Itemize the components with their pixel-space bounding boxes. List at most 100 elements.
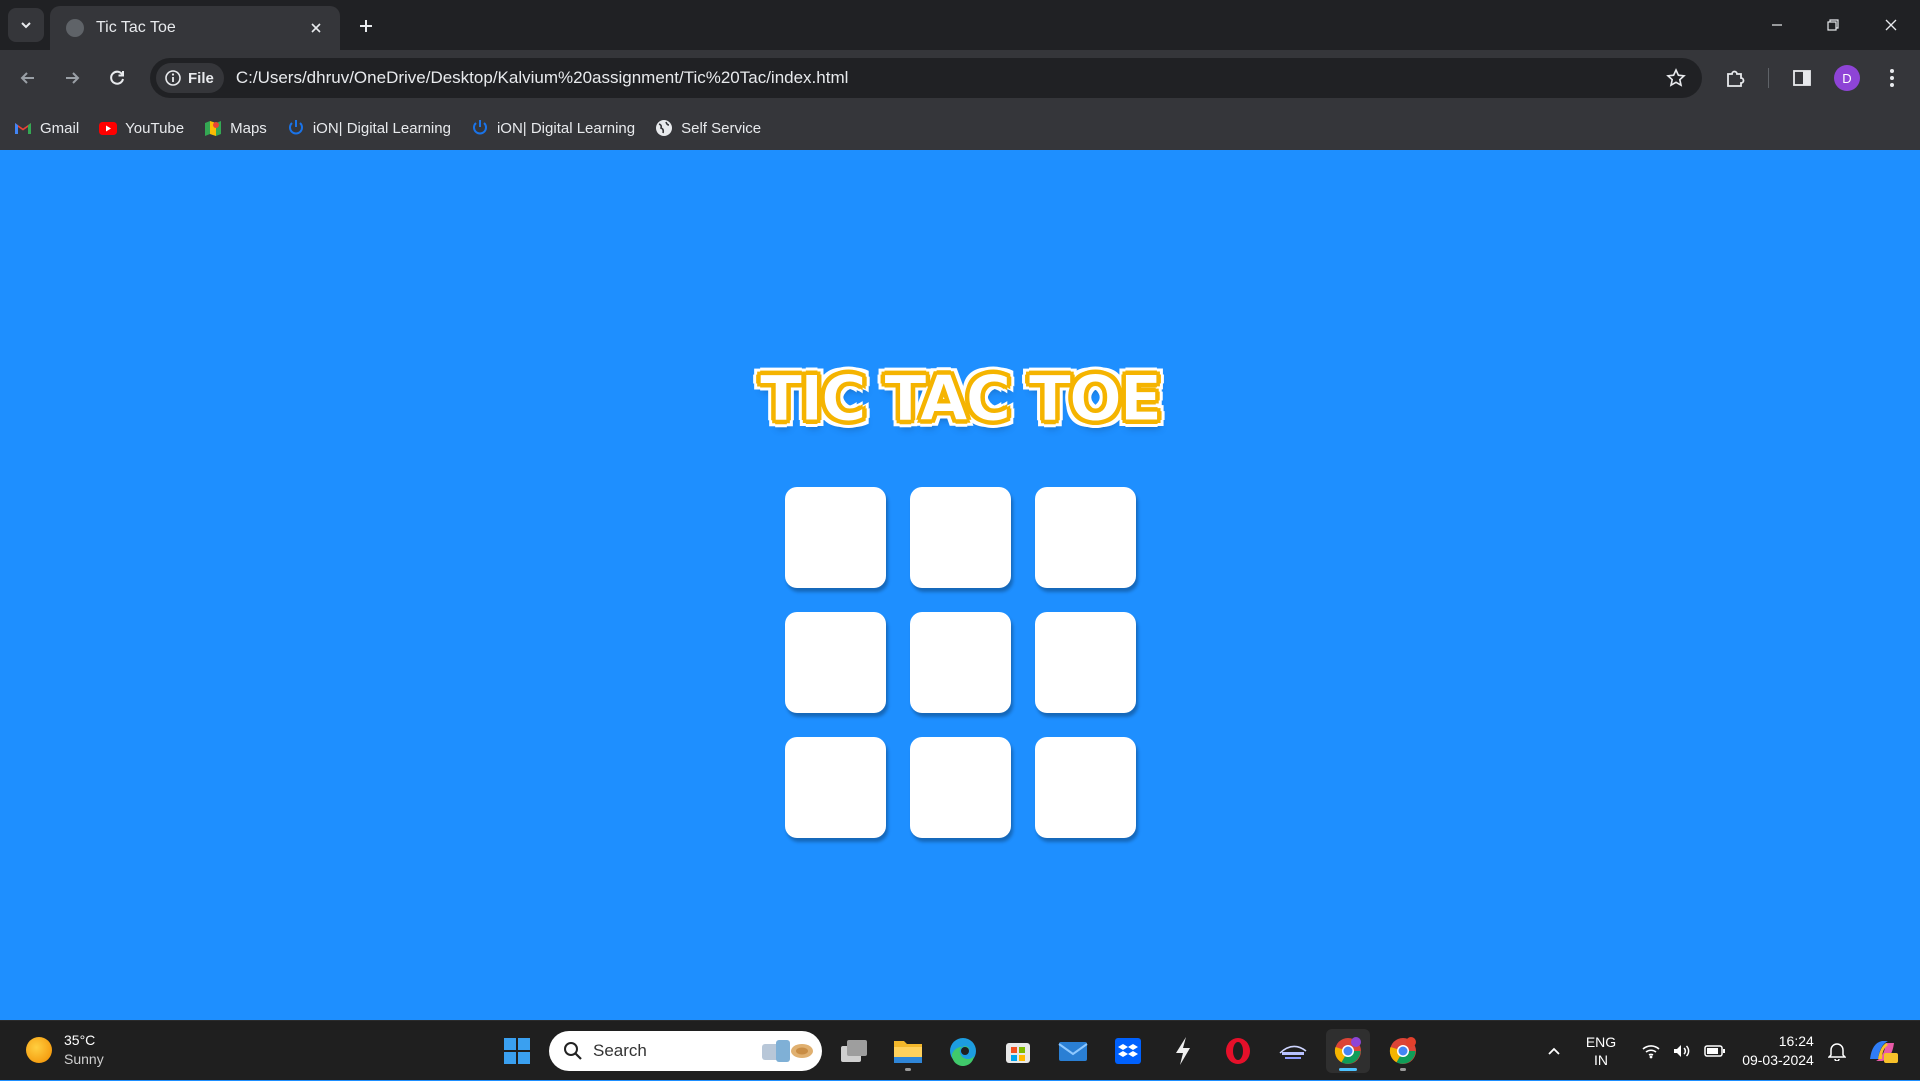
board-cell-1[interactable] (785, 487, 886, 588)
browser-menu-button[interactable] (1874, 60, 1910, 96)
new-tab-button[interactable] (352, 12, 380, 40)
search-highlight-icon (762, 1040, 813, 1062)
taskbar-chrome-active[interactable] (1326, 1029, 1370, 1073)
address-bar[interactable]: File C:/Users/dhruv/OneDrive/Desktop/Kal… (150, 58, 1702, 98)
dropbox-icon (1115, 1038, 1141, 1064)
arrow-right-icon (66, 72, 80, 84)
bookmark-label: Self Service (681, 119, 762, 137)
globe-icon (655, 119, 673, 137)
board-cell-7[interactable] (785, 737, 886, 838)
board-cell-6[interactable] (1035, 612, 1136, 713)
task-view-icon (841, 1040, 867, 1062)
gmail-icon (14, 119, 32, 137)
kebab-menu-icon (1890, 69, 1894, 87)
bookmark-ion-1[interactable]: iON| Digital Learning (287, 119, 451, 137)
chrome-icon (1389, 1037, 1416, 1064)
game-board (785, 487, 1136, 838)
board-cell-2[interactable] (910, 487, 1011, 588)
bookmark-self-service[interactable]: Self Service (655, 119, 761, 137)
board-cell-5[interactable] (910, 612, 1011, 713)
volume-icon (1674, 1045, 1690, 1057)
taskbar-store[interactable] (996, 1029, 1040, 1073)
close-icon (1885, 19, 1897, 31)
restore-icon (1827, 19, 1839, 31)
maps-icon (204, 119, 222, 137)
board-cell-8[interactable] (910, 737, 1011, 838)
board-cell-4[interactable] (785, 612, 886, 713)
ion-icon (471, 119, 489, 137)
board-cell-3[interactable] (1035, 487, 1136, 588)
close-icon (311, 23, 321, 33)
taskbar-chrome-profile[interactable] (1381, 1029, 1425, 1073)
language-indicator[interactable]: ENG IN (1578, 1021, 1624, 1081)
taskbar-file-explorer[interactable] (886, 1029, 930, 1073)
taskbar: 35°C Sunny Search ENG IN 16:24 09-03-202… (0, 1020, 1920, 1080)
minimize-button[interactable] (1754, 8, 1800, 42)
taskbar-mail[interactable] (1051, 1029, 1095, 1073)
arrow-left-icon (20, 72, 34, 84)
clock[interactable]: 16:24 09-03-2024 (1738, 1021, 1818, 1081)
opera-icon (1226, 1038, 1250, 1064)
hotstar-icon (1279, 1045, 1307, 1059)
tab-search-button[interactable] (8, 8, 44, 42)
bookmark-label: YouTube (125, 119, 185, 137)
notifications-button[interactable] (1822, 1021, 1852, 1081)
quick-settings-button[interactable] (1636, 1021, 1732, 1081)
bookmark-label: iON| Digital Learning (312, 119, 451, 137)
weather-widget[interactable]: 35°C Sunny (26, 1031, 104, 1069)
taskbar-search[interactable]: Search (549, 1031, 822, 1071)
back-button[interactable] (10, 60, 46, 96)
board-cell-9[interactable] (1035, 737, 1136, 838)
taskbar-hotstar[interactable] (1271, 1029, 1315, 1073)
taskbar-edge[interactable] (941, 1029, 985, 1073)
bookmarks-bar: Gmail YouTube Maps iON| Digital Learning… (0, 106, 1920, 150)
edge-icon (950, 1038, 976, 1066)
chevron-up-icon (1548, 1047, 1560, 1055)
bookmark-star-button[interactable] (1664, 66, 1688, 90)
battery-icon (1704, 1045, 1725, 1057)
running-indicator (905, 1068, 911, 1071)
taskbar-opera[interactable] (1216, 1029, 1260, 1073)
bookmark-maps[interactable]: Maps (204, 119, 267, 137)
store-icon (1006, 1043, 1030, 1063)
browser-tab-active[interactable]: Tic Tac Toe (50, 6, 340, 50)
url-text[interactable]: C:/Users/dhruv/OneDrive/Desktop/Kalvium%… (236, 68, 849, 88)
taskbar-app-bolt[interactable] (1161, 1029, 1205, 1073)
bookmark-gmail[interactable]: Gmail (14, 119, 79, 137)
bolt-icon (1176, 1037, 1190, 1065)
weather-condition: Sunny (64, 1051, 104, 1067)
bookmark-youtube[interactable]: YouTube (99, 119, 184, 137)
close-window-button[interactable] (1868, 8, 1914, 42)
chevron-down-icon (21, 22, 31, 29)
start-button[interactable] (495, 1029, 539, 1073)
page-title: TIC TAC TOE (759, 362, 1162, 436)
avatar: D (1834, 65, 1860, 91)
clock-time: 16:24 (1778, 1033, 1814, 1049)
clock-date: 09-03-2024 (1742, 1052, 1814, 1068)
mail-icon (1058, 1042, 1088, 1061)
taskbar-task-view[interactable] (832, 1029, 876, 1073)
search-icon (564, 1042, 582, 1060)
bell-icon (1828, 1043, 1846, 1061)
taskbar-dropbox[interactable] (1106, 1029, 1150, 1073)
forward-button[interactable] (54, 60, 90, 96)
page-content: TIC TAC TOE (0, 150, 1920, 1020)
copilot-icon (1870, 1041, 1898, 1063)
wifi-icon (1642, 1045, 1660, 1059)
reload-button[interactable] (99, 60, 135, 96)
tray-overflow-button[interactable] (1540, 1021, 1568, 1081)
site-info-chip[interactable]: File (156, 63, 224, 93)
windows-icon (504, 1038, 530, 1064)
bookmark-ion-2[interactable]: iON| Digital Learning (471, 119, 635, 137)
copilot-button[interactable] (1862, 1021, 1902, 1081)
side-panel-button[interactable] (1784, 60, 1820, 96)
restore-button[interactable] (1810, 8, 1856, 42)
tab-close-button[interactable] (304, 16, 328, 40)
toolbar-divider (1768, 68, 1769, 88)
ion-icon (287, 119, 305, 137)
language-code: ENG (1585, 1034, 1617, 1050)
folder-icon (894, 1041, 922, 1063)
extensions-button[interactable] (1717, 60, 1753, 96)
profile-button[interactable]: D (1829, 60, 1865, 96)
bookmark-label: Gmail (40, 119, 80, 137)
